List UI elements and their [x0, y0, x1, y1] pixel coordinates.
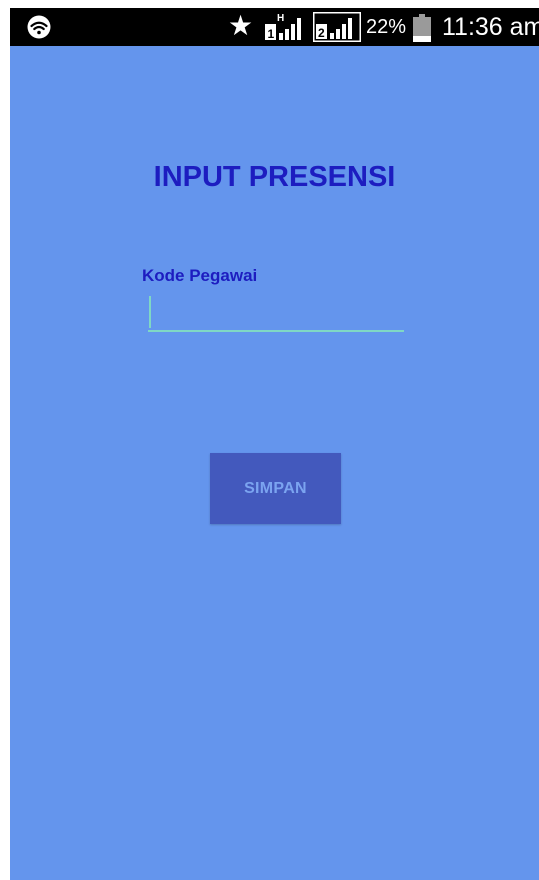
status-bar: ★ H 1 2 22% 11:36 am [10, 8, 539, 46]
text-cursor [149, 296, 151, 328]
battery-percent: 22% [366, 16, 407, 38]
sim2-signal-icon: 2 [313, 12, 361, 42]
employee-code-label: Kode Pegawai [142, 266, 258, 285]
employee-code-field[interactable] [148, 294, 404, 332]
sim1-network-text: H [277, 13, 284, 24]
app-screen: ★ H 1 2 22% 11:36 am INPUT PRESENSI Kode… [10, 8, 539, 880]
page-title: INPUT PRESENSI [153, 161, 396, 193]
battery-icon [413, 14, 431, 42]
sim1-label: 1 [268, 27, 275, 41]
star-icon: ★ [228, 9, 254, 42]
status-time: 11:36 am [442, 13, 539, 41]
input-underline [148, 330, 404, 332]
sim1-signal-icon: H 1 [265, 13, 301, 41]
employee-code-input[interactable] [148, 294, 404, 328]
save-button[interactable]: SIMPAN [210, 453, 341, 524]
sim2-label: 2 [318, 26, 325, 40]
wifi-icon [27, 15, 51, 39]
